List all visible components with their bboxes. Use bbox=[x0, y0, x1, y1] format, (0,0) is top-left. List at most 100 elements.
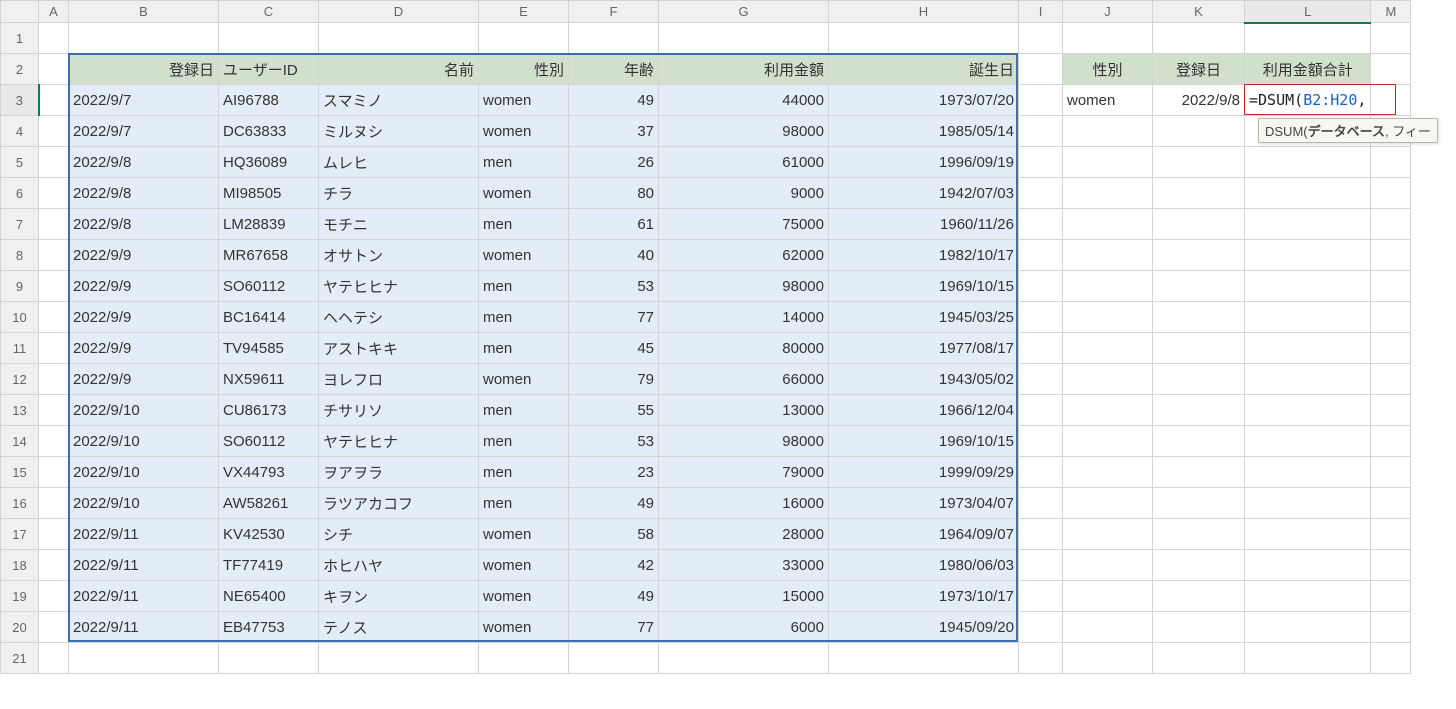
cell-M13[interactable] bbox=[1371, 395, 1411, 426]
cell-I18[interactable] bbox=[1019, 550, 1063, 581]
cell-M15[interactable] bbox=[1371, 457, 1411, 488]
col-header-H[interactable]: H bbox=[829, 1, 1019, 23]
cell-E5[interactable]: men bbox=[479, 147, 569, 178]
cell-D10[interactable]: ヘヘテシ bbox=[319, 302, 479, 333]
col-header-F[interactable]: F bbox=[569, 1, 659, 23]
cell-A5[interactable] bbox=[39, 147, 69, 178]
cell-G16[interactable]: 16000 bbox=[659, 488, 829, 519]
cell-M2[interactable] bbox=[1371, 54, 1411, 85]
cell-B15[interactable]: 2022/9/10 bbox=[69, 457, 219, 488]
cell-A14[interactable] bbox=[39, 426, 69, 457]
cell-D18[interactable]: ホヒハヤ bbox=[319, 550, 479, 581]
cell-J15[interactable] bbox=[1063, 457, 1153, 488]
row-header-1[interactable]: 1 bbox=[1, 23, 39, 54]
grid-table[interactable]: A B C D E F G H I J K L M 12登録日ユーザーID名前性… bbox=[0, 0, 1411, 674]
cell-C5[interactable]: HQ36089 bbox=[219, 147, 319, 178]
cell-H21[interactable] bbox=[829, 643, 1019, 674]
cell-I4[interactable] bbox=[1019, 116, 1063, 147]
col-header-I[interactable]: I bbox=[1019, 1, 1063, 23]
cell-E15[interactable]: men bbox=[479, 457, 569, 488]
cell-H11[interactable]: 1977/08/17 bbox=[829, 333, 1019, 364]
cell-J19[interactable] bbox=[1063, 581, 1153, 612]
cell-B2[interactable]: 登録日 bbox=[69, 54, 219, 85]
cell-J5[interactable] bbox=[1063, 147, 1153, 178]
cell-C6[interactable]: MI98505 bbox=[219, 178, 319, 209]
row-header-12[interactable]: 12 bbox=[1, 364, 39, 395]
cell-D8[interactable]: オサトン bbox=[319, 240, 479, 271]
row-header-20[interactable]: 20 bbox=[1, 612, 39, 643]
cell-L2[interactable]: 利用金額合計 bbox=[1245, 54, 1371, 85]
cell-L17[interactable] bbox=[1245, 519, 1371, 550]
cell-C2[interactable]: ユーザーID bbox=[219, 54, 319, 85]
row-header-7[interactable]: 7 bbox=[1, 209, 39, 240]
cell-G5[interactable]: 61000 bbox=[659, 147, 829, 178]
row-header-13[interactable]: 13 bbox=[1, 395, 39, 426]
cell-M21[interactable] bbox=[1371, 643, 1411, 674]
cell-A2[interactable] bbox=[39, 54, 69, 85]
cell-D4[interactable]: ミルヌシ bbox=[319, 116, 479, 147]
cell-F14[interactable]: 53 bbox=[569, 426, 659, 457]
cell-C4[interactable]: DC63833 bbox=[219, 116, 319, 147]
cell-K4[interactable] bbox=[1153, 116, 1245, 147]
row-header-6[interactable]: 6 bbox=[1, 178, 39, 209]
cell-K20[interactable] bbox=[1153, 612, 1245, 643]
cell-G13[interactable]: 13000 bbox=[659, 395, 829, 426]
cell-C1[interactable] bbox=[219, 23, 319, 54]
select-all-corner[interactable] bbox=[1, 1, 39, 23]
cell-C18[interactable]: TF77419 bbox=[219, 550, 319, 581]
cell-H16[interactable]: 1973/04/07 bbox=[829, 488, 1019, 519]
cell-H10[interactable]: 1945/03/25 bbox=[829, 302, 1019, 333]
cell-H12[interactable]: 1943/05/02 bbox=[829, 364, 1019, 395]
cell-E1[interactable] bbox=[479, 23, 569, 54]
cell-L18[interactable] bbox=[1245, 550, 1371, 581]
cell-K14[interactable] bbox=[1153, 426, 1245, 457]
cell-F15[interactable]: 23 bbox=[569, 457, 659, 488]
cell-G1[interactable] bbox=[659, 23, 829, 54]
cell-E12[interactable]: women bbox=[479, 364, 569, 395]
cell-A7[interactable] bbox=[39, 209, 69, 240]
cell-I15[interactable] bbox=[1019, 457, 1063, 488]
row-header-11[interactable]: 11 bbox=[1, 333, 39, 364]
cell-L9[interactable] bbox=[1245, 271, 1371, 302]
cell-B3[interactable]: 2022/9/7 bbox=[69, 85, 219, 116]
cell-K13[interactable] bbox=[1153, 395, 1245, 426]
cell-H8[interactable]: 1982/10/17 bbox=[829, 240, 1019, 271]
cell-F8[interactable]: 40 bbox=[569, 240, 659, 271]
cell-A6[interactable] bbox=[39, 178, 69, 209]
cell-G12[interactable]: 66000 bbox=[659, 364, 829, 395]
cell-F11[interactable]: 45 bbox=[569, 333, 659, 364]
cell-I13[interactable] bbox=[1019, 395, 1063, 426]
cell-B10[interactable]: 2022/9/9 bbox=[69, 302, 219, 333]
cell-I19[interactable] bbox=[1019, 581, 1063, 612]
cell-B7[interactable]: 2022/9/8 bbox=[69, 209, 219, 240]
cell-K21[interactable] bbox=[1153, 643, 1245, 674]
cell-D13[interactable]: チサリソ bbox=[319, 395, 479, 426]
cell-H1[interactable] bbox=[829, 23, 1019, 54]
cell-M11[interactable] bbox=[1371, 333, 1411, 364]
cell-K12[interactable] bbox=[1153, 364, 1245, 395]
cell-C16[interactable]: AW58261 bbox=[219, 488, 319, 519]
cell-F9[interactable]: 53 bbox=[569, 271, 659, 302]
cell-B18[interactable]: 2022/9/11 bbox=[69, 550, 219, 581]
cell-K7[interactable] bbox=[1153, 209, 1245, 240]
cell-E8[interactable]: women bbox=[479, 240, 569, 271]
row-header-19[interactable]: 19 bbox=[1, 581, 39, 612]
cell-I5[interactable] bbox=[1019, 147, 1063, 178]
cell-H3[interactable]: 1973/07/20 bbox=[829, 85, 1019, 116]
cell-D20[interactable]: テノス bbox=[319, 612, 479, 643]
cell-L8[interactable] bbox=[1245, 240, 1371, 271]
cell-K15[interactable] bbox=[1153, 457, 1245, 488]
cell-M6[interactable] bbox=[1371, 178, 1411, 209]
cell-I12[interactable] bbox=[1019, 364, 1063, 395]
cell-I6[interactable] bbox=[1019, 178, 1063, 209]
cell-F20[interactable]: 77 bbox=[569, 612, 659, 643]
cell-G9[interactable]: 98000 bbox=[659, 271, 829, 302]
cell-H7[interactable]: 1960/11/26 bbox=[829, 209, 1019, 240]
cell-J9[interactable] bbox=[1063, 271, 1153, 302]
cell-B16[interactable]: 2022/9/10 bbox=[69, 488, 219, 519]
cell-H17[interactable]: 1964/09/07 bbox=[829, 519, 1019, 550]
row-header-18[interactable]: 18 bbox=[1, 550, 39, 581]
cell-C15[interactable]: VX44793 bbox=[219, 457, 319, 488]
cell-L11[interactable] bbox=[1245, 333, 1371, 364]
row-header-21[interactable]: 21 bbox=[1, 643, 39, 674]
